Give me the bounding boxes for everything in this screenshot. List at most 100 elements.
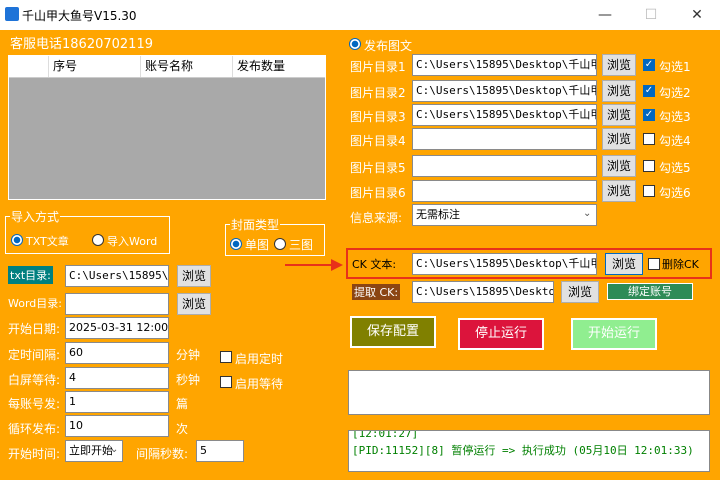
txt-dir-input[interactable]: C:\Users\15895\Des [65, 265, 169, 287]
loop-label: 循环发布: [8, 422, 61, 436]
image-dir-input[interactable] [412, 128, 597, 150]
start-run-button[interactable]: 开始运行 [571, 318, 657, 350]
gap-input[interactable]: 5 [196, 440, 244, 462]
image-dir-input[interactable]: C:\Users\15895\Desktop\千山甲大鱼 [412, 80, 597, 102]
image-dir-label: 图片目录4 [350, 134, 406, 148]
per-account-unit: 篇 [176, 397, 189, 411]
image-dir-label: 图片目录2 [350, 86, 406, 100]
image-dir-label: 图片目录6 [350, 186, 406, 200]
start-date-label: 开始日期: [8, 322, 61, 336]
chevron-down-icon: ⌄ [583, 208, 592, 219]
image-dir-checkbox[interactable] [643, 133, 655, 145]
start-time-value: 立即开始 [69, 444, 113, 457]
image-dir-label: 图片目录3 [350, 110, 406, 124]
interval-unit: 分钟 [176, 348, 201, 362]
publish-mode-radio[interactable] [349, 38, 361, 50]
word-dir-input[interactable] [65, 293, 169, 315]
stop-run-button[interactable]: 停止运行 [458, 318, 544, 350]
app-icon [5, 7, 19, 21]
cover-triple-radio[interactable] [274, 238, 286, 250]
interval-input[interactable]: 60 [65, 342, 169, 364]
account-table[interactable]: 序号 账号名称 发布数量 [8, 55, 326, 200]
image-dir-input[interactable] [412, 155, 597, 177]
log-line-partial: [12:01:27] [352, 430, 419, 440]
image-dir-input[interactable]: C:\Users\15895\Desktop\千山甲大鱼 [412, 104, 597, 126]
bind-account-button[interactable]: 绑定账号 [607, 283, 693, 300]
enable-wait-checkbox[interactable] [220, 376, 232, 388]
image-dir-input[interactable] [412, 180, 597, 202]
delete-ck-checkbox[interactable] [648, 258, 660, 270]
gap-label: 间隔秒数: [136, 447, 189, 461]
import-word-label[interactable]: 导入Word [107, 233, 157, 249]
word-dir-label: Word目录: [8, 297, 62, 310]
cover-group-title: 封面类型 [230, 216, 281, 233]
extract-ck-browse-button[interactable]: 浏览 [561, 281, 599, 303]
info-source-value: 无需标注 [416, 208, 460, 221]
white-wait-input[interactable]: 4 [65, 367, 169, 389]
table-header-select [9, 56, 49, 77]
image-dir-check-label[interactable]: 勾选5 [659, 159, 691, 176]
image-dir-check-label[interactable]: 勾选6 [659, 184, 691, 201]
publish-mode-label[interactable]: 发布图文 [364, 37, 412, 54]
enable-timer-label[interactable]: 启用定时 [235, 350, 283, 367]
per-account-input[interactable]: 1 [65, 391, 169, 413]
image-dir-browse-button[interactable]: 浏览 [602, 80, 636, 102]
start-date-input[interactable]: 2025-03-31 12:00 [65, 317, 169, 339]
ck-browse-button[interactable]: 浏览 [605, 253, 643, 275]
loop-unit: 次 [176, 422, 189, 436]
close-button[interactable]: ✕ [674, 0, 720, 30]
image-dir-checkbox[interactable]: ✓ [643, 59, 655, 71]
white-wait-unit: 秒钟 [176, 373, 201, 387]
image-dir-browse-button[interactable]: 浏览 [602, 155, 636, 177]
image-dir-input[interactable]: C:\Users\15895\Desktop\千山甲大鱼 [412, 54, 597, 76]
chevron-down-icon: ⌄ [110, 444, 119, 455]
import-word-radio[interactable] [92, 234, 104, 246]
white-wait-label: 白屏等待: [8, 373, 61, 387]
image-dir-check-label[interactable]: 勾选2 [659, 84, 691, 101]
per-account-label: 每账号发: [8, 397, 61, 411]
enable-wait-label[interactable]: 启用等待 [235, 375, 283, 392]
cover-single-radio[interactable] [230, 238, 242, 250]
info-source-select[interactable]: 无需标注 [412, 204, 597, 226]
extract-ck-input[interactable]: C:\Users\15895\Desktop\千 [412, 281, 554, 303]
word-browse-button[interactable]: 浏览 [177, 293, 211, 315]
image-dir-checkbox[interactable]: ✓ [643, 85, 655, 97]
image-dir-check-label[interactable]: 勾选3 [659, 108, 691, 125]
image-dir-browse-button[interactable]: 浏览 [602, 180, 636, 202]
image-dir-browse-button[interactable]: 浏览 [602, 54, 636, 76]
annotation-arrow [285, 259, 343, 271]
image-dir-checkbox[interactable] [643, 160, 655, 172]
minimize-button[interactable]: — [582, 0, 628, 30]
image-dir-check-label[interactable]: 勾选1 [659, 58, 691, 75]
table-header-index: 序号 [49, 56, 141, 77]
log-line: [PID:11152][8] 暂停运行 => 执行成功 (05月10日 12:0… [352, 444, 694, 457]
image-dir-browse-button[interactable]: 浏览 [602, 128, 636, 150]
txt-dir-label: txt目录: [8, 266, 53, 284]
maximize-button[interactable]: ☐ [628, 0, 674, 30]
extract-ck-label: 提取 CK: [352, 284, 401, 300]
title-bar: 千山甲大鱼号V15.30 — ☐ ✕ [0, 0, 720, 30]
import-txt-label[interactable]: TXT文章 [26, 233, 69, 249]
image-dir-checkbox[interactable] [643, 185, 655, 197]
cover-single-label[interactable]: 单图 [245, 236, 269, 253]
txt-browse-button[interactable]: 浏览 [177, 265, 211, 287]
window-title: 千山甲大鱼号V15.30 [22, 9, 137, 23]
table-header-count: 发布数量 [237, 59, 286, 73]
image-dir-browse-button[interactable]: 浏览 [602, 104, 636, 126]
image-dir-checkbox[interactable]: ✓ [643, 109, 655, 121]
interval-label: 定时间隔: [8, 348, 61, 362]
image-dir-check-label[interactable]: 勾选4 [659, 132, 691, 149]
import-txt-radio[interactable] [11, 234, 23, 246]
service-phone: 客服电话18620702119 [10, 37, 153, 52]
cover-triple-label[interactable]: 三图 [289, 236, 313, 253]
loop-input[interactable]: 10 [65, 415, 169, 437]
delete-ck-label[interactable]: 删除CK [662, 256, 699, 272]
save-config-button[interactable]: 保存配置 [350, 316, 436, 348]
enable-timer-checkbox[interactable] [220, 351, 232, 363]
table-header-account: 账号名称 [141, 56, 233, 77]
start-time-label: 开始时间: [8, 447, 61, 461]
import-group-title: 导入方式 [10, 208, 61, 225]
ck-text-input[interactable]: C:\Users\15895\Desktop\千山甲大鱼 [412, 253, 597, 275]
log-box: [12:01:27] [PID:11152][8] 暂停运行 => 执行成功 (… [348, 430, 710, 472]
table-header: 序号 账号名称 发布数量 [9, 56, 325, 78]
